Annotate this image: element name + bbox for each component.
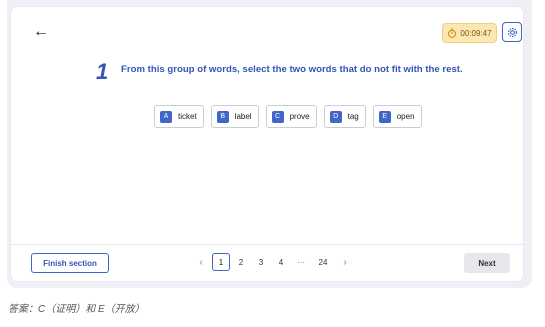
stopwatch-icon [448, 28, 457, 38]
page-2[interactable]: 2 [232, 253, 250, 271]
page-1[interactable]: 1 [212, 253, 230, 271]
option-word: tag [347, 112, 359, 121]
page-ellipsis: ··· [297, 257, 305, 267]
timer-text: 00:09:47 [460, 28, 492, 38]
arrow-left-icon: ← [33, 23, 49, 40]
page-4[interactable]: 4 [272, 253, 290, 271]
settings-button[interactable] [502, 22, 522, 42]
option-letter: C [271, 110, 284, 123]
option-word: prove [289, 112, 310, 121]
option-word: label [234, 112, 252, 121]
finish-section-button[interactable]: Finish section [31, 253, 109, 273]
option-e[interactable]: E open [372, 105, 422, 128]
gear-icon [507, 27, 517, 37]
option-c[interactable]: C prove [265, 105, 317, 128]
option-a[interactable]: A ticket [154, 105, 204, 128]
option-b[interactable]: B label [210, 105, 259, 128]
pagination: ‹ 1 2 3 4 ··· 24 › [192, 253, 356, 271]
answer-note: 答案：C（证明）和 E（开放） [8, 304, 145, 315]
option-d[interactable]: D tag [323, 105, 366, 128]
footer-divider [11, 244, 523, 245]
timer-badge: 00:09:47 [442, 23, 497, 43]
next-button[interactable]: Next [464, 253, 510, 273]
question-card: ← 00:09:47 1 From this group of words, s… [11, 7, 523, 281]
question-text: From this group of words, select the two… [121, 64, 463, 75]
option-letter: B [216, 110, 229, 123]
chevron-left-icon[interactable]: ‹ [192, 253, 210, 271]
option-word: open [396, 112, 415, 121]
option-letter: A [160, 110, 172, 123]
page-3[interactable]: 3 [252, 253, 270, 271]
answer-options: A ticket B label C prove D tag E open [154, 105, 422, 128]
page-24[interactable]: 24 [312, 253, 334, 271]
option-letter: D [329, 110, 342, 123]
option-letter: E [378, 110, 391, 123]
back-button[interactable]: ← [33, 23, 49, 40]
question-number: 1 [96, 59, 109, 84]
option-word: ticket [178, 112, 197, 121]
chevron-right-icon[interactable]: › [336, 253, 354, 271]
